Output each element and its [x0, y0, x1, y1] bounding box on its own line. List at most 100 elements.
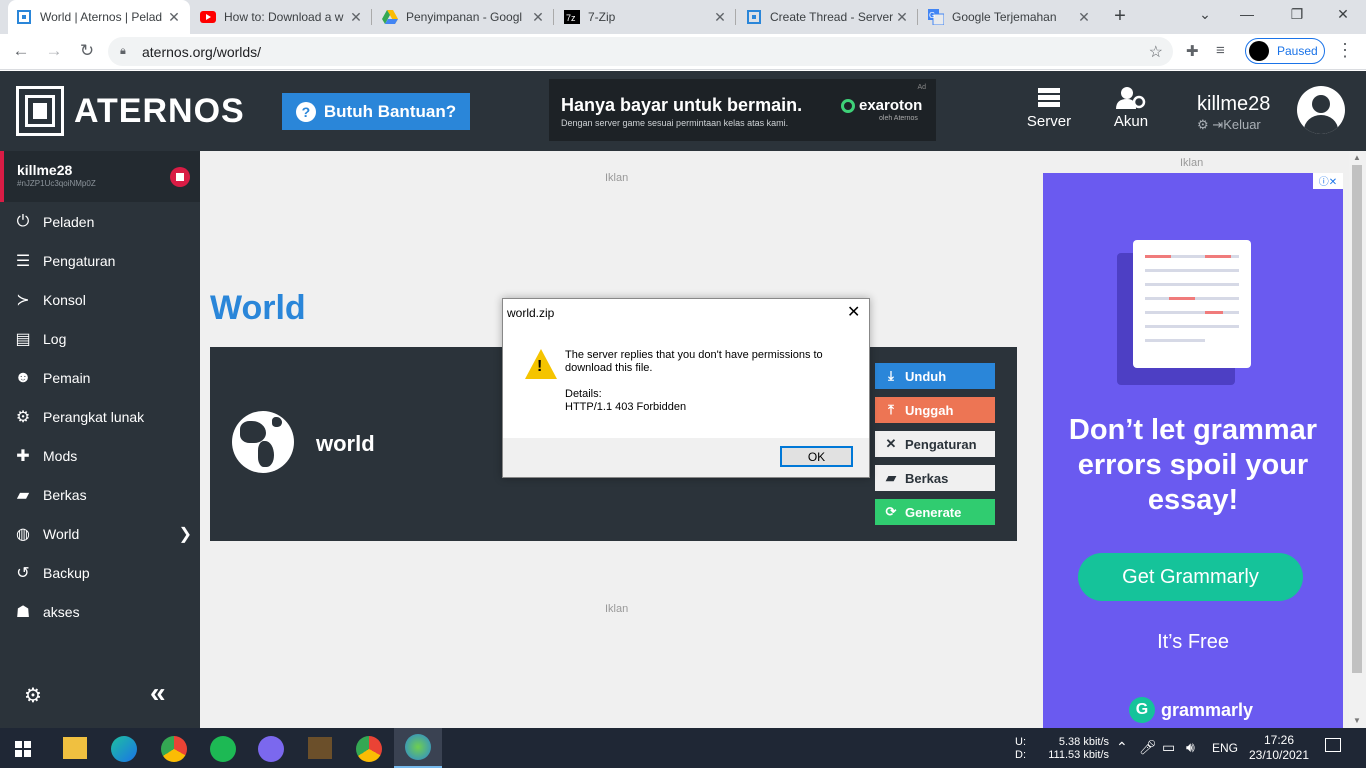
puzzle-icon: ✚: [16, 448, 30, 465]
dialog-title: world.zip: [507, 306, 555, 320]
ok-button[interactable]: OK: [780, 446, 853, 467]
tab-create-thread[interactable]: Create Thread - Server ✕: [738, 0, 918, 34]
close-icon[interactable]: ✕: [894, 9, 910, 26]
globe-icon: ◍: [16, 526, 30, 543]
sidebar-item-pengaturan[interactable]: ☰ Pengaturan: [0, 242, 200, 280]
dialog-message: The server replies that you don't have p…: [565, 349, 823, 374]
sidebar-item-mods[interactable]: ✚ Mods: [0, 437, 200, 475]
restore-icon[interactable]: ❐: [1285, 6, 1309, 23]
reading-list-icon[interactable]: ≡: [1216, 42, 1225, 59]
tab-7zip[interactable]: 7z 7-Zip ✕: [556, 0, 736, 34]
network-icon[interactable]: ▭: [1162, 739, 1175, 756]
spotify-icon[interactable]: [210, 736, 236, 762]
nav-server[interactable]: Server: [1019, 87, 1079, 130]
gear-icon[interactable]: ⚙: [1197, 117, 1209, 132]
scroll-up-icon[interactable]: ▲: [1353, 153, 1361, 162]
sidebar-item-konsol[interactable]: ≻ Konsol: [0, 281, 200, 319]
close-icon[interactable]: ✕: [530, 9, 546, 26]
scrollbar-thumb[interactable]: [1352, 165, 1362, 673]
world-settings-button[interactable]: ✕ Pengaturan: [875, 431, 995, 457]
sidebar-item-perangkat-lunak[interactable]: ⚙ Perangkat lunak: [0, 398, 200, 436]
scroll-down-icon[interactable]: ▼: [1353, 716, 1361, 725]
new-tab-plus-icon[interactable]: +: [1110, 5, 1130, 28]
globe-icon: [232, 411, 294, 473]
terminal-icon: ≻: [16, 292, 30, 309]
active-taskbar-app[interactable]: [394, 728, 442, 768]
folder-icon: ▰: [886, 470, 896, 485]
exaroton-ad-banner[interactable]: Hanya bayar untuk bermain. Dengan server…: [549, 79, 936, 141]
back-arrow-icon[interactable]: ←: [10, 41, 32, 61]
server-status-box[interactable]: killme28 #nJZP1Uc3qoiNMp0Z: [0, 151, 200, 202]
tab-google-drive[interactable]: Penyimpanan - Googl ✕: [374, 0, 554, 34]
sidebar-item-log[interactable]: ▤ Log: [0, 320, 200, 358]
sidebar-item-akses[interactable]: ☗ akses: [0, 593, 200, 631]
collapse-sidebar-icon[interactable]: «: [150, 677, 166, 709]
reload-icon[interactable]: ↻: [76, 41, 98, 61]
close-icon[interactable]: ✕: [166, 9, 182, 26]
cogs-icon: ⚙: [15, 409, 31, 426]
history-icon: ↺: [16, 565, 30, 582]
forward-arrow-icon[interactable]: →: [43, 41, 65, 61]
microphone-icon[interactable]: 🎤︎: [1139, 739, 1157, 756]
aternos-logo[interactable]: ATERNOS: [16, 86, 245, 136]
download-button[interactable]: ⤓ Unduh: [875, 363, 995, 389]
help-button[interactable]: ? Butuh Bantuan?: [282, 93, 470, 130]
chrome-profile-icon[interactable]: [356, 736, 382, 762]
document-illustration: [1133, 240, 1251, 368]
site-header: ATERNOS ? Butuh Bantuan? Hanya bayar unt…: [0, 71, 1366, 151]
chrome-icon[interactable]: [161, 736, 187, 762]
notification-icon[interactable]: [1325, 738, 1341, 752]
tab-search-chevron-icon[interactable]: ⌄: [1193, 6, 1217, 23]
logout-icon: ⇥: [1212, 117, 1224, 132]
sidebar-item-world[interactable]: ◍ World ❯: [0, 515, 200, 553]
tab-aternos-world[interactable]: World | Aternos | Pelad ✕: [8, 0, 190, 34]
tray-chevron-icon[interactable]: ⌃: [1116, 739, 1128, 756]
world-name: world: [316, 431, 375, 456]
username: killme28: [1197, 93, 1271, 115]
close-icon[interactable]: ✕: [1076, 9, 1092, 26]
exaroton-ring-icon: [841, 98, 855, 113]
taskbar-clock[interactable]: 17:26 23/10/2021: [1248, 733, 1310, 763]
tab-youtube[interactable]: How to: Download a w ✕: [192, 0, 372, 34]
logout-link[interactable]: ⚙ ⇥Keluar: [1197, 117, 1261, 133]
language-indicator[interactable]: ENG: [1212, 741, 1238, 755]
close-icon[interactable]: ✕: [712, 9, 728, 26]
minimize-icon[interactable]: —: [1235, 6, 1259, 22]
generate-button[interactable]: ⟳ Generate: [875, 499, 995, 525]
volume-icon[interactable]: 🔊︎: [1186, 739, 1195, 756]
bookmark-star-icon[interactable]: ☆: [1149, 42, 1163, 62]
messenger-icon[interactable]: [258, 736, 284, 762]
profile-paused-button[interactable]: Paused: [1245, 38, 1325, 64]
page-scrollbar[interactable]: ▲ ▼: [1349, 151, 1366, 728]
file-explorer-icon[interactable]: [63, 737, 87, 759]
aternos-logo-icon: [16, 86, 64, 136]
account-icon: [1101, 87, 1161, 113]
sidebar-item-pemain[interactable]: ☻ Pemain: [0, 359, 200, 397]
windows-start-icon[interactable]: [15, 741, 31, 762]
minecraft-icon[interactable]: [308, 737, 332, 759]
dialog-close-icon[interactable]: ✕: [847, 302, 860, 322]
extensions-puzzle-icon[interactable]: ✚: [1186, 42, 1199, 60]
sidebar-item-backup[interactable]: ↺ Backup: [0, 554, 200, 592]
sidebar-item-berkas[interactable]: ▰ Berkas: [0, 476, 200, 514]
close-icon[interactable]: ✕: [348, 9, 364, 26]
sidebar-item-peladen[interactable]: ⏻ Peladen: [0, 203, 200, 241]
window-close-icon[interactable]: ✕: [1331, 6, 1355, 23]
sidebar: killme28 #nJZP1Uc3qoiNMp0Z ⏻ Peladen ☰ Pen…: [0, 151, 200, 728]
grammarly-ad[interactable]: ⓘ✕ Don’t let grammar errors spoil your e…: [1043, 173, 1343, 728]
nav-account[interactable]: Akun: [1101, 87, 1161, 130]
browser-menu-icon[interactable]: ⋮: [1336, 40, 1354, 61]
user-avatar[interactable]: [1297, 86, 1345, 134]
get-grammarly-button[interactable]: Get Grammarly: [1078, 553, 1303, 601]
edge-icon[interactable]: [111, 736, 137, 762]
question-icon: ?: [295, 101, 316, 122]
files-button[interactable]: ▰ Berkas: [875, 465, 995, 491]
grammarly-subtext: It’s Free: [1157, 631, 1229, 653]
tab-google-translate[interactable]: G Google Terjemahan ✕: [920, 0, 1100, 34]
address-bar[interactable]: 🔒︎ aternos.org/worlds/ ☆: [108, 37, 1173, 66]
url-text[interactable]: aternos.org/worlds/: [142, 44, 261, 60]
upload-button[interactable]: ⤒ Unggah: [875, 397, 995, 423]
user-lock-icon: ☗: [15, 604, 31, 621]
settings-gear-icon[interactable]: ⚙: [24, 683, 42, 708]
adchoices-icon[interactable]: ⓘ✕: [1313, 173, 1343, 189]
